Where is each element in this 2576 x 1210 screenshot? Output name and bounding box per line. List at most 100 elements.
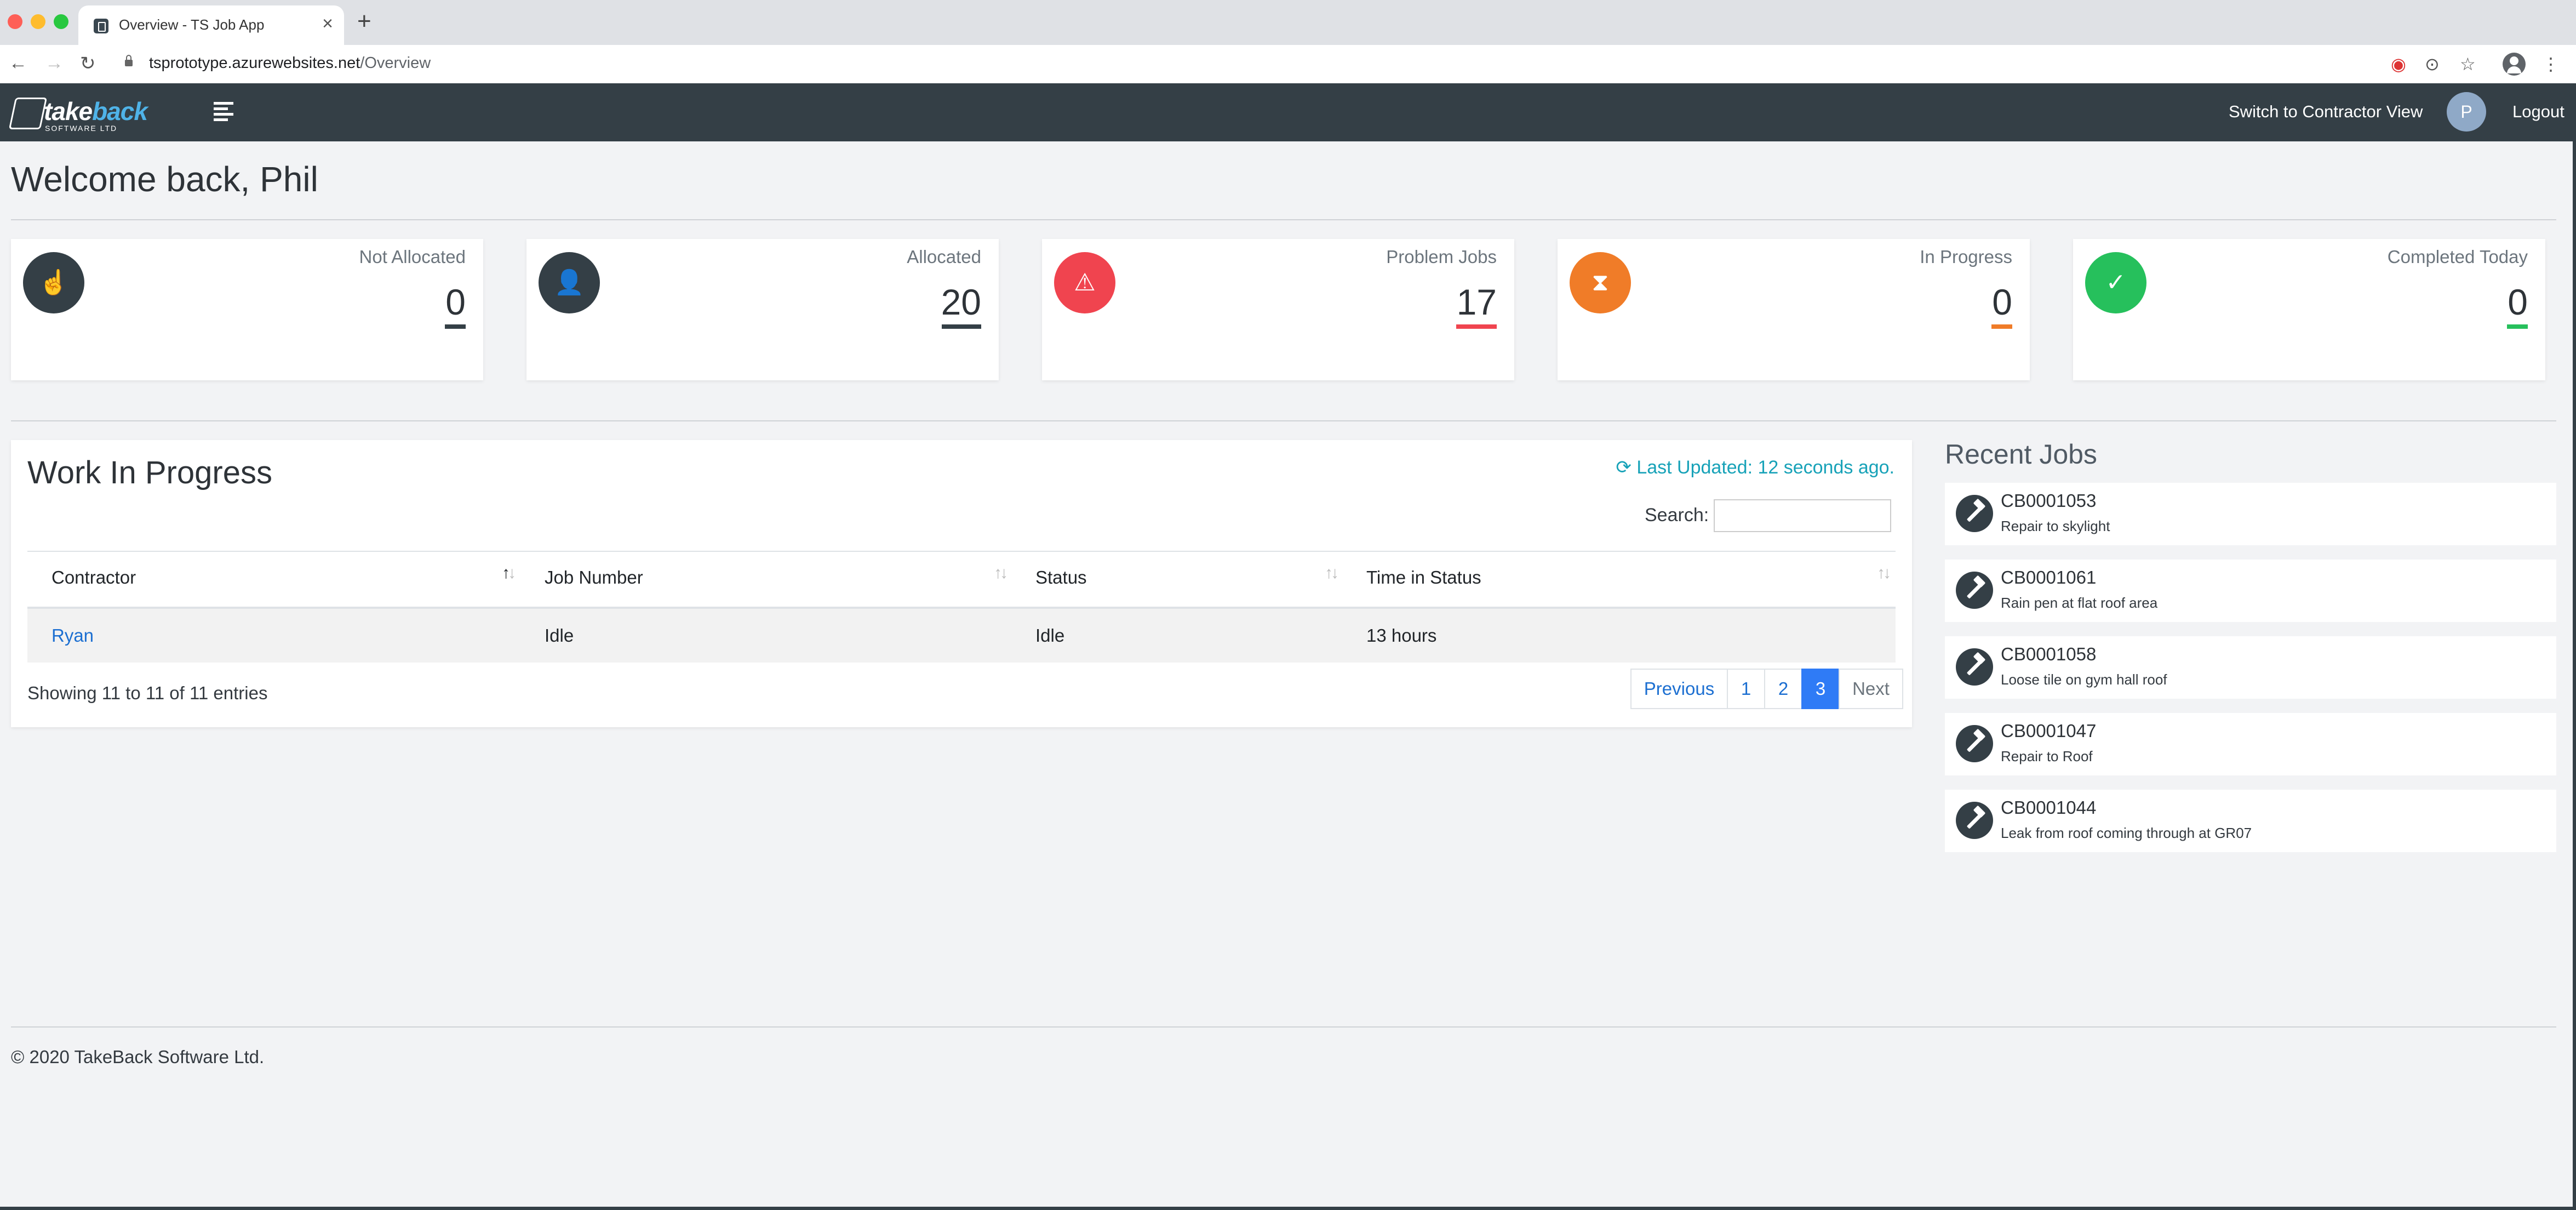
- stat-underline: [445, 324, 466, 329]
- address-bar: ← → ↻ tsprototype.azurewebsites.net/Over…: [0, 45, 2576, 84]
- divider: [11, 420, 2556, 421]
- job-description: Repair to Roof: [2001, 748, 2093, 764]
- refresh-icon: ⟳: [1616, 457, 1632, 478]
- table-row: Ryan Idle Idle 13 hours: [27, 609, 1896, 663]
- reload-icon[interactable]: ↻: [80, 53, 96, 75]
- window-edge: [2573, 83, 2576, 1210]
- stat-card-allocated[interactable]: 👤 Allocated 20: [526, 239, 999, 380]
- divider: [11, 219, 2556, 220]
- column-header-job-number[interactable]: Job Number: [545, 567, 643, 588]
- warning-icon: ⚠: [1054, 252, 1115, 313]
- stat-label: Not Allocated: [359, 247, 466, 267]
- stat-value: 20: [941, 282, 981, 322]
- hammer-icon: [1956, 572, 1993, 609]
- job-description: Repair to skylight: [2001, 518, 2110, 534]
- last-updated-text: Last Updated: 12 seconds ago.: [1636, 457, 1894, 478]
- stat-value: 0: [2508, 282, 2528, 322]
- stat-underline: [942, 324, 981, 329]
- pagination-page-3[interactable]: 3: [1801, 669, 1840, 709]
- recent-job-item[interactable]: CB0001047 Repair to Roof: [1945, 713, 2556, 775]
- entries-info: Showing 11 to 11 of 11 entries: [27, 683, 268, 703]
- browser-tab[interactable]: Overview - TS Job App ×: [78, 5, 344, 45]
- contractor-link[interactable]: Ryan: [51, 625, 94, 646]
- job-description: Loose tile on gym hall roof: [2001, 671, 2167, 688]
- profile-icon[interactable]: [2503, 53, 2526, 76]
- target-icon[interactable]: ⊙: [2425, 54, 2440, 75]
- logo-back: back: [92, 97, 148, 125]
- sort-icon[interactable]: ↑↓: [1877, 564, 1891, 583]
- refresh-status[interactable]: ⟳ Last Updated: 12 seconds ago.: [1616, 456, 1894, 478]
- logout-link[interactable]: Logout: [2512, 102, 2564, 122]
- new-tab-icon[interactable]: +: [357, 8, 371, 35]
- job-number: CB0001058: [2001, 644, 2097, 664]
- recent-jobs-title: Recent Jobs: [1945, 439, 2097, 470]
- panel-title: Work In Progress: [27, 455, 272, 490]
- stat-value: 17: [1456, 282, 1497, 322]
- logo-mark-icon: [8, 98, 48, 129]
- stat-card-completed-today[interactable]: ✓ Completed Today 0: [2073, 239, 2545, 380]
- pagination-previous[interactable]: Previous: [1630, 669, 1728, 709]
- user-check-icon: 👤: [539, 252, 600, 313]
- column-header-status[interactable]: Status: [1035, 567, 1087, 588]
- forward-icon[interactable]: →: [45, 53, 64, 74]
- pagination-next[interactable]: Next: [1839, 669, 1903, 709]
- stat-label: In Progress: [1920, 247, 2012, 267]
- search-input[interactable]: [1714, 499, 1891, 532]
- hand-pointer-icon: ☝: [23, 252, 84, 313]
- user-avatar[interactable]: P: [2447, 92, 2486, 132]
- app-navbar: takeback SOFTWARE LTD Switch to Contract…: [0, 83, 2576, 141]
- pagination-page-2[interactable]: 2: [1764, 669, 1802, 709]
- job-number: CB0001061: [2001, 567, 2097, 587]
- maximize-window-button[interactable]: [54, 14, 68, 29]
- close-window-button[interactable]: [8, 14, 22, 29]
- recent-job-item[interactable]: CB0001061 Rain pen at flat roof area: [1945, 560, 2556, 622]
- recent-job-item[interactable]: CB0001058 Loose tile on gym hall roof: [1945, 636, 2556, 699]
- hourglass-icon: ⧗: [1570, 252, 1631, 313]
- minimize-window-button[interactable]: [31, 14, 45, 29]
- stat-value: 0: [445, 282, 466, 322]
- sort-icon[interactable]: ↑↓: [994, 564, 1008, 583]
- time-in-status-cell: 13 hours: [1366, 625, 1437, 646]
- pagination: Previous 1 2 3 Next: [1630, 669, 1903, 709]
- extension-icon[interactable]: ◉: [2391, 54, 2406, 75]
- hammer-icon: [1956, 725, 1993, 762]
- page-title: Welcome back, Phil: [11, 159, 318, 199]
- url-field[interactable]: tsprototype.azurewebsites.net/Overview: [149, 54, 431, 72]
- job-number: CB0001047: [2001, 721, 2097, 741]
- stat-card-in-progress[interactable]: ⧗ In Progress 0: [1558, 239, 2030, 380]
- bookmark-star-icon[interactable]: ☆: [2460, 54, 2476, 75]
- sort-icon[interactable]: ↑↓: [1325, 564, 1339, 583]
- more-menu-icon[interactable]: ⋮: [2542, 54, 2560, 75]
- hammer-icon: [1956, 802, 1993, 839]
- back-icon[interactable]: ←: [9, 53, 27, 74]
- status-cell: Idle: [1035, 625, 1065, 646]
- hamburger-menu-icon[interactable]: [214, 102, 233, 121]
- logo-subtitle: SOFTWARE LTD: [45, 124, 118, 133]
- hammer-icon: [1956, 648, 1993, 686]
- switch-to-contractor-view-link[interactable]: Switch to Contractor View: [2229, 102, 2423, 122]
- stat-value: 0: [1992, 282, 2012, 322]
- pagination-page-1[interactable]: 1: [1727, 669, 1765, 709]
- job-description: Leak from roof coming through at GR07: [2001, 825, 2252, 841]
- column-header-time-in-status[interactable]: Time in Status: [1366, 567, 1481, 588]
- stat-label: Allocated: [907, 247, 981, 267]
- stat-underline: [2507, 324, 2528, 329]
- recent-job-item[interactable]: CB0001053 Repair to skylight: [1945, 483, 2556, 545]
- stat-label: Problem Jobs: [1386, 247, 1497, 267]
- tablet-icon: [94, 19, 108, 33]
- table-header: Contractor ↑↓ Job Number ↑↓ Status ↑↓ Ti…: [27, 551, 1896, 609]
- logo-text: takeback: [44, 96, 148, 126]
- lock-icon: [125, 55, 133, 66]
- close-tab-icon[interactable]: ×: [322, 13, 333, 35]
- stat-card-problem-jobs[interactable]: ⚠ Problem Jobs 17: [1042, 239, 1514, 380]
- column-header-contractor[interactable]: Contractor: [51, 567, 136, 588]
- logo-take: take: [44, 97, 93, 125]
- work-in-progress-panel: Work In Progress ⟳ Last Updated: 12 seco…: [11, 440, 1912, 727]
- sort-ascending-icon[interactable]: ↑↓: [502, 564, 516, 583]
- window-edge: [0, 1207, 2576, 1210]
- recent-job-item[interactable]: CB0001044 Leak from roof coming through …: [1945, 790, 2556, 852]
- search-label: Search:: [1645, 505, 1709, 526]
- job-number: CB0001044: [2001, 797, 2097, 818]
- stat-card-not-allocated[interactable]: ☝ Not Allocated 0: [11, 239, 483, 380]
- tab-title: Overview - TS Job App: [119, 16, 265, 33]
